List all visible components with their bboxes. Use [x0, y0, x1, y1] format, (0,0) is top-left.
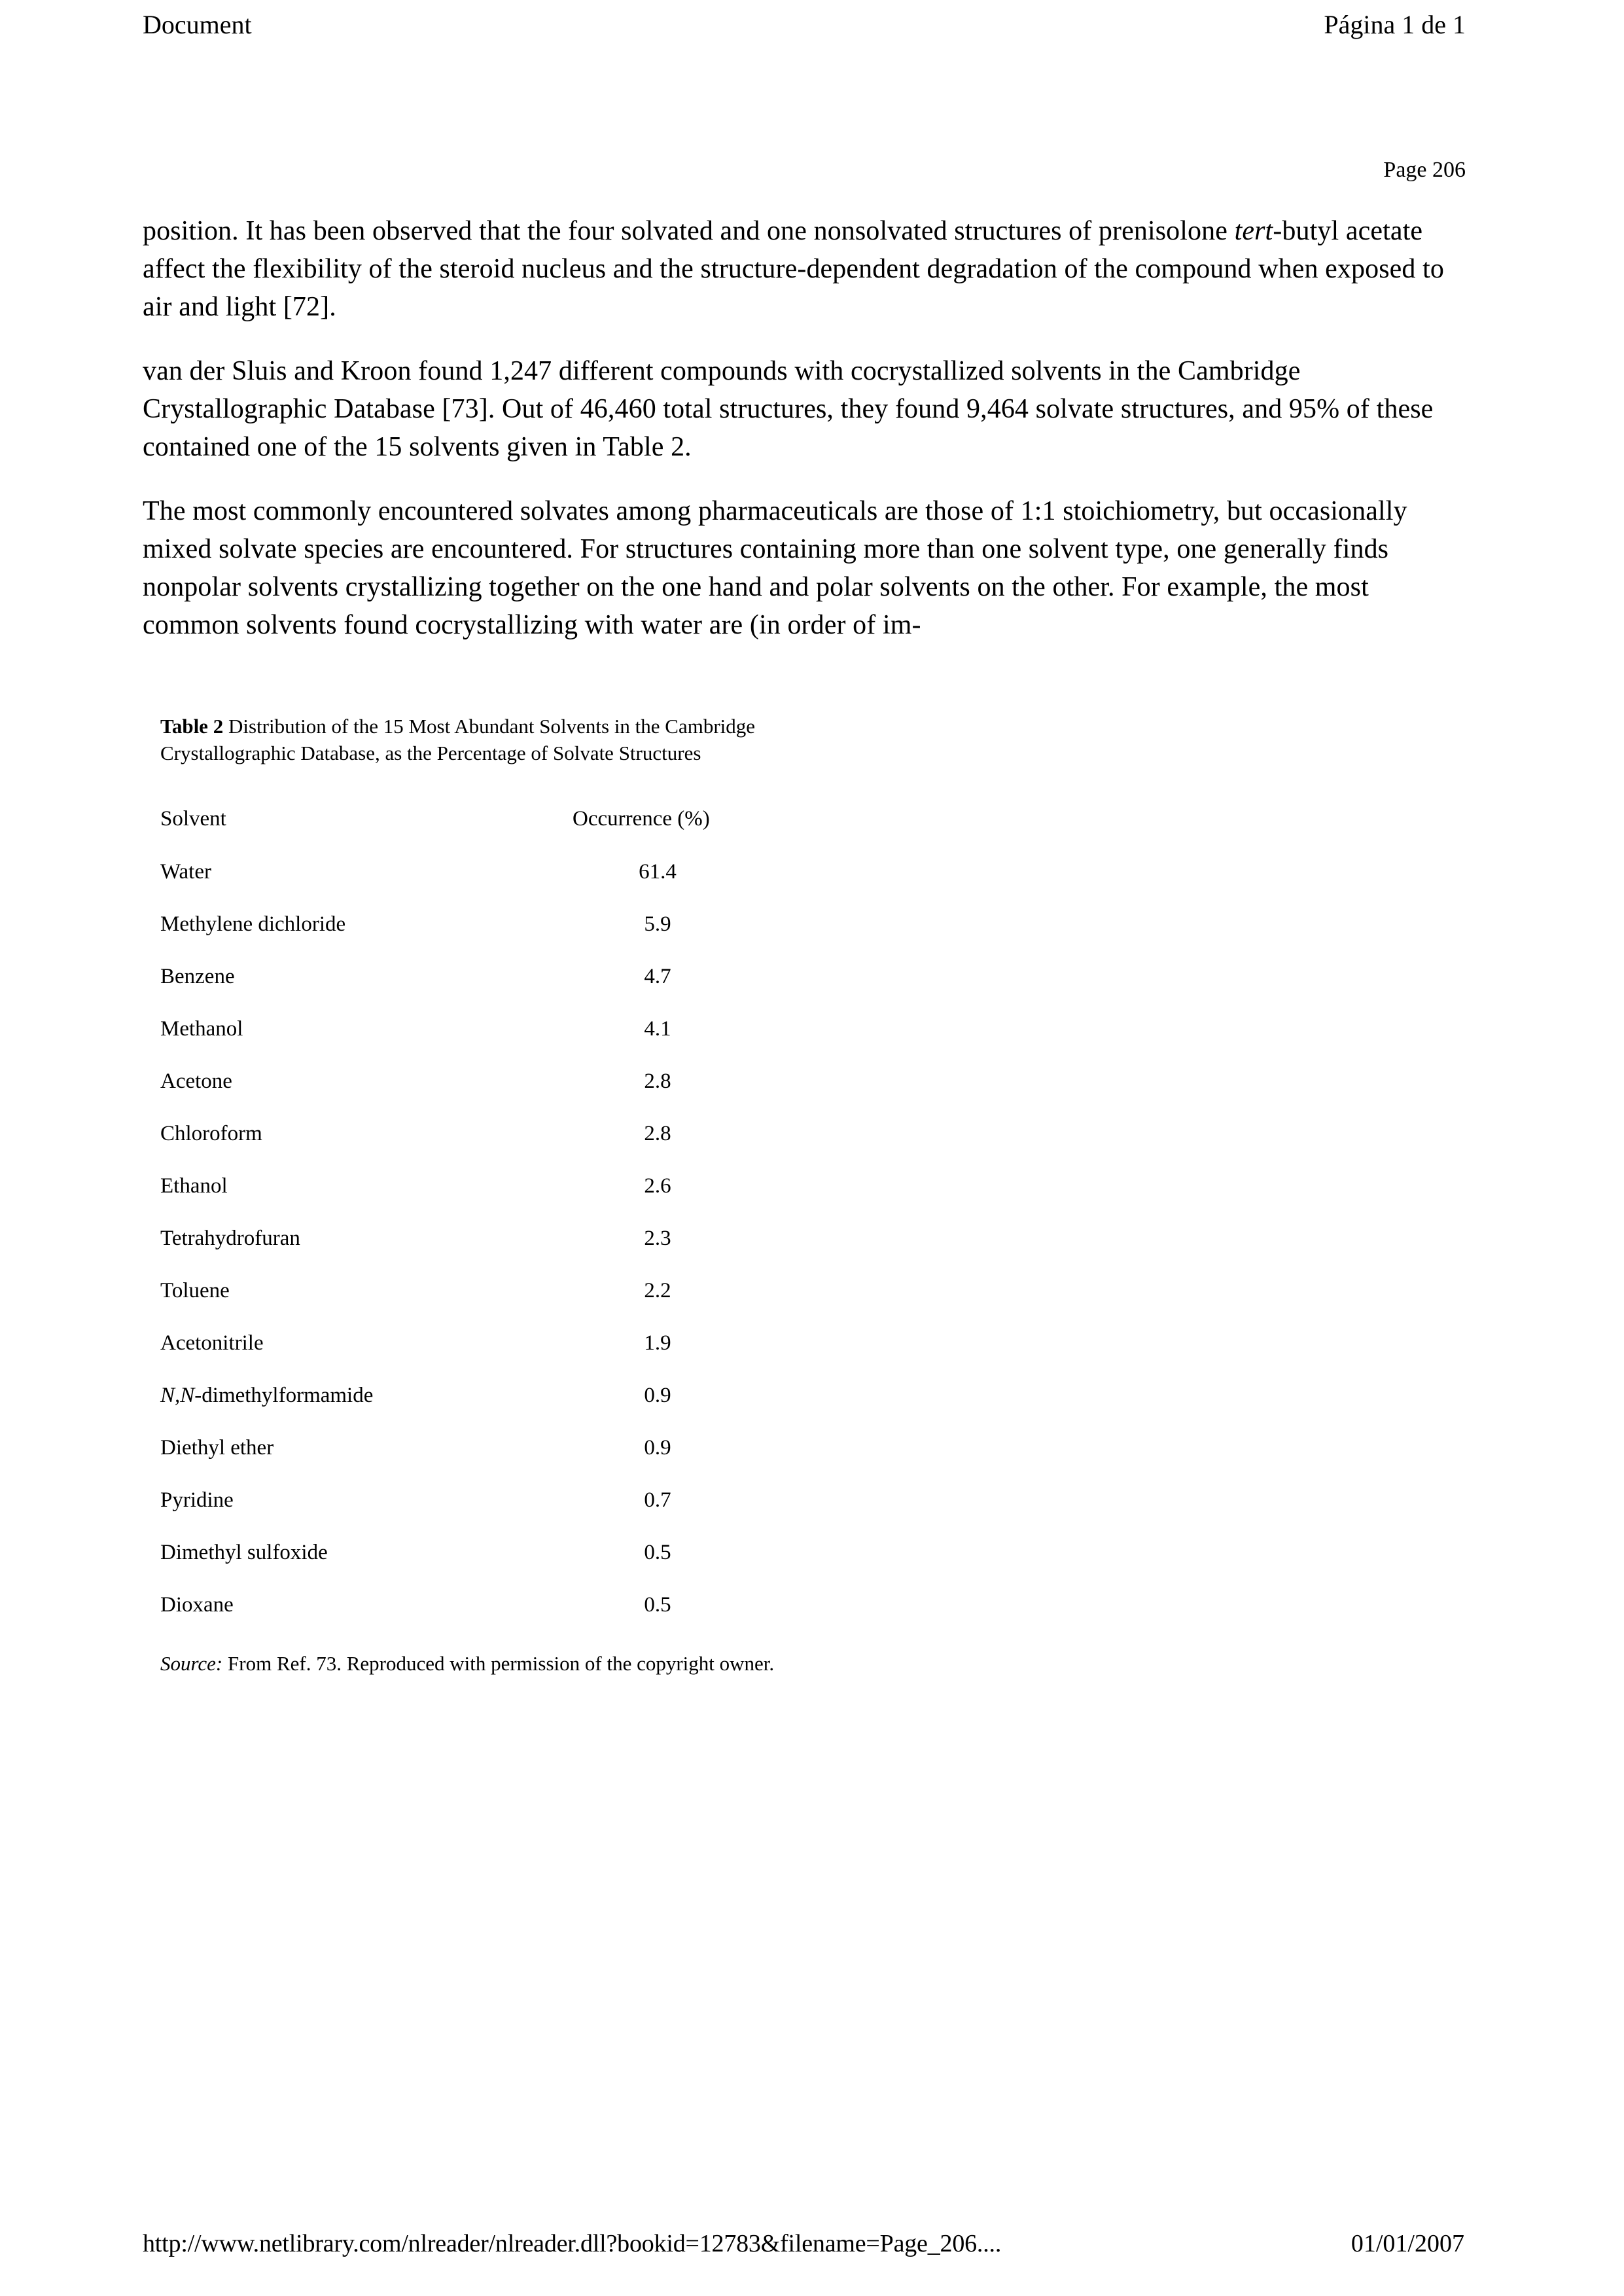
cell-solvent: N,N-dimethylformamide [160, 1369, 566, 1422]
cell-occurrence: 2.2 [644, 1278, 671, 1302]
table-row: Methylene dichloride 5.9 [160, 898, 743, 950]
cell-solvent: Pyridine [160, 1488, 234, 1512]
table-row: Tetrahydrofuran 2.3 [160, 1212, 743, 1265]
cell-solvent: Tetrahydrofuran [160, 1226, 300, 1250]
cell-occurrence: 2.8 [644, 1069, 671, 1093]
cell-occurrence: 2.3 [644, 1226, 671, 1250]
paragraph-3: The most commonly encountered solvates a… [143, 495, 1407, 640]
table-source-text: From Ref. 73. Reproduced with permission… [222, 1651, 775, 1675]
table-row: Benzene 4.7 [160, 950, 743, 1003]
table-row: Methanol 4.1 [160, 1003, 743, 1055]
table-row: N,N-dimethylformamide 0.9 [160, 1369, 743, 1422]
table-row: Diethyl ether 0.9 [160, 1422, 743, 1474]
cell-solvent-rest: -dimethylformamide [194, 1383, 374, 1407]
column-header-solvent: Solvent [160, 806, 226, 831]
body-text-column: position. It has been observed that the … [143, 213, 1467, 645]
cell-occurrence: 0.5 [644, 1592, 671, 1617]
table-row: Toluene 2.2 [160, 1265, 743, 1317]
cell-solvent: Water [160, 859, 211, 884]
table-body: Water 61.4 Methylene dichloride 5.9 Benz… [160, 846, 743, 1631]
cell-solvent: Acetone [160, 1069, 232, 1093]
cell-occurrence: 5.9 [644, 912, 671, 936]
table-row: Dioxane 0.5 [160, 1579, 743, 1631]
table-row: Acetone 2.8 [160, 1055, 743, 1107]
cell-solvent: Benzene [160, 964, 235, 988]
page-indicator: Página 1 de 1 [1324, 10, 1466, 39]
browser-print-footer: http://www.netlibrary.com/nlreader/nlrea… [143, 2229, 1468, 2259]
table-caption-text: Distribution of the 15 Most Abundant Sol… [160, 715, 756, 764]
table-source-label: Source: [160, 1651, 223, 1675]
cell-solvent: Chloroform [160, 1121, 262, 1145]
table-row: Chloroform 2.8 [160, 1107, 743, 1160]
cell-occurrence: 4.1 [644, 1016, 671, 1041]
paragraph-1-italic-term: tert [1234, 216, 1273, 246]
cell-solvent: Dioxane [160, 1592, 234, 1617]
document-page: Document Página 1 de 1 Page 206 position… [0, 0, 1624, 2296]
cell-solvent: Methanol [160, 1016, 243, 1041]
table-row: Dimethyl sulfoxide 0.5 [160, 1526, 743, 1579]
cell-occurrence: 0.9 [644, 1383, 671, 1407]
column-header-occurrence: Occurrence (%) [573, 806, 710, 831]
cell-occurrence: 2.6 [644, 1174, 671, 1198]
cell-solvent: Dimethyl sulfoxide [160, 1540, 328, 1564]
document-title: Document [143, 10, 252, 39]
browser-print-header: Document Página 1 de 1 [143, 9, 1466, 41]
paragraph-1-part-a: position. It has been observed that the … [143, 216, 1235, 246]
cell-occurrence: 0.5 [644, 1540, 671, 1564]
table-caption: Table 2 Distribution of the 15 Most Abun… [160, 713, 782, 767]
page-label: Page 206 [1383, 158, 1466, 182]
cell-occurrence: 0.7 [644, 1488, 671, 1512]
table-2-block: Table 2 Distribution of the 15 Most Abun… [160, 713, 880, 1677]
table-caption-label: Table 2 [160, 715, 224, 738]
solvent-occurrence-table: Solvent Occurrence (%) Water 61.4 Methyl… [160, 792, 743, 1631]
table-row: Acetonitrile 1.9 [160, 1317, 743, 1369]
source-url[interactable]: http://www.netlibrary.com/nlreader/nlrea… [143, 2229, 1001, 2259]
cell-solvent-italic-prefix: N,N [160, 1383, 195, 1407]
cell-solvent: Diethyl ether [160, 1435, 274, 1460]
cell-solvent: Ethanol [160, 1174, 228, 1198]
table-header-row: Solvent Occurrence (%) [160, 792, 743, 846]
cell-solvent: Methylene dichloride [160, 912, 346, 936]
cell-occurrence: 2.8 [644, 1121, 671, 1145]
paragraph-2: van der Sluis and Kroon found 1,247 diff… [143, 355, 1434, 462]
table-row: Water 61.4 [160, 846, 743, 898]
cell-solvent: Acetonitrile [160, 1331, 264, 1355]
table-row: Ethanol 2.6 [160, 1160, 743, 1212]
cell-occurrence: 0.9 [644, 1435, 671, 1460]
cell-occurrence: 4.7 [644, 964, 671, 988]
print-date: 01/01/2007 [1350, 2230, 1464, 2258]
cell-occurrence: 61.4 [639, 859, 677, 884]
paragraph-1: position. It has been observed that the … [143, 213, 1467, 327]
table-source-note: Source: From Ref. 73. Reproduced with pe… [160, 1651, 782, 1677]
table-row: Pyridine 0.7 [160, 1474, 743, 1526]
cell-occurrence: 1.9 [644, 1331, 671, 1355]
cell-solvent: Toluene [160, 1278, 230, 1302]
